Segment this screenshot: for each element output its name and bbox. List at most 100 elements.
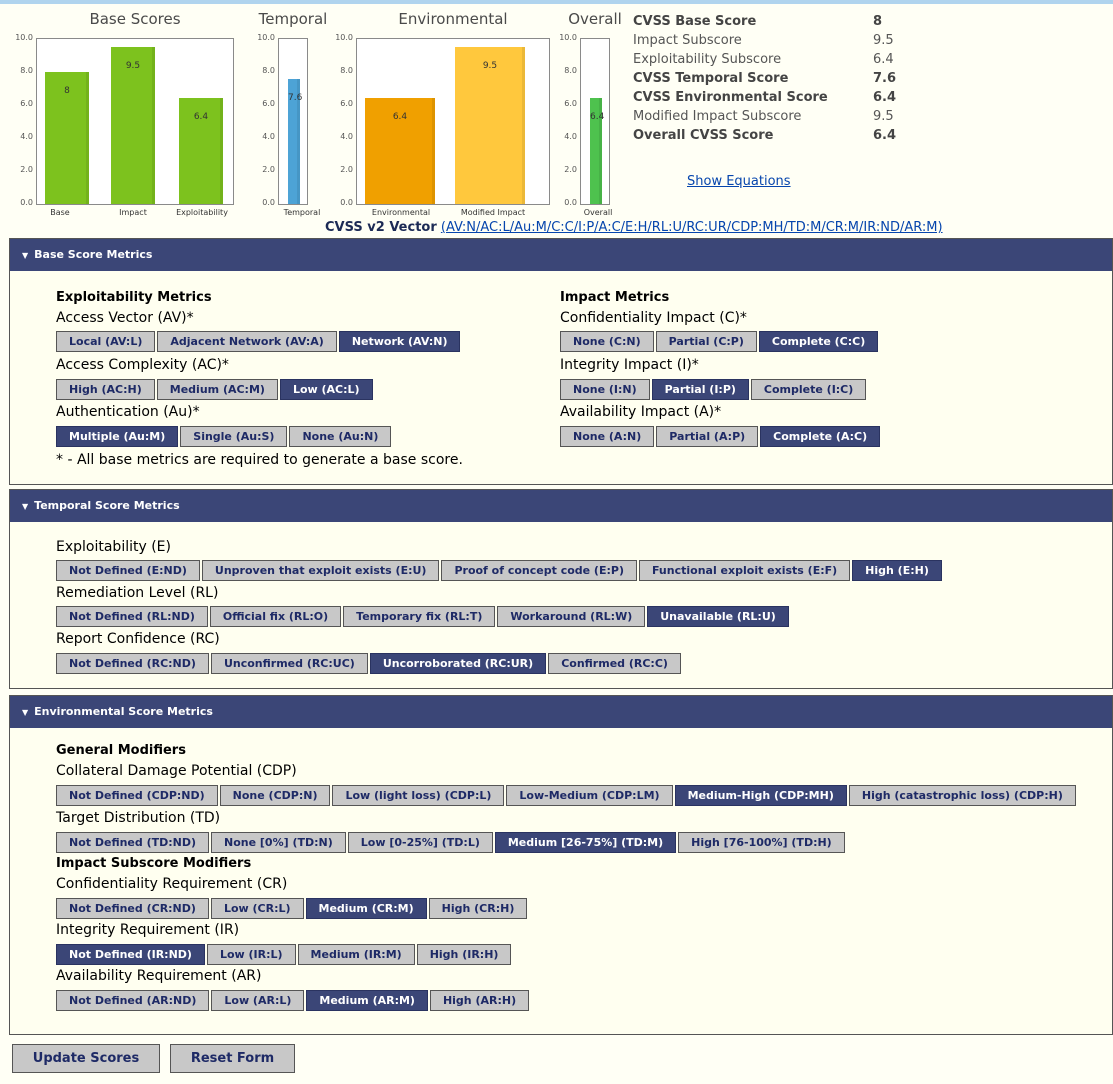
y-tick-label: 6.0: [564, 99, 577, 108]
y-tick-label: 0.0: [262, 198, 275, 207]
summary-label: CVSS Environmental Score: [633, 90, 828, 105]
bar-impact: 9.5: [111, 47, 155, 204]
show-equations-link[interactable]: Show Equations: [687, 174, 791, 189]
option-medium-ir-m[interactable]: Medium (IR:M): [297, 944, 415, 965]
option-low-ac-l[interactable]: Low (AC:L): [279, 379, 373, 400]
ir-label: Integrity Requirement (IR): [56, 922, 240, 938]
y-tick-label: 10.0: [15, 33, 33, 42]
bar-value-label: 6.4: [392, 112, 408, 123]
option-workaround-rl-w[interactable]: Workaround (RL:W): [497, 606, 646, 627]
option-low-cr-l[interactable]: Low (CR:L): [210, 898, 304, 919]
option-official-fix-rl-o[interactable]: Official fix (RL:O): [209, 606, 342, 627]
bar-overall: 6.4: [590, 98, 604, 204]
option-medium-26-75-td-m[interactable]: Medium [26-75%] (TD:M): [494, 832, 677, 853]
authentication-options: Multiple (Au:M) Single (Au:S) None (Au:N): [56, 426, 393, 447]
y-tick-label: 8.0: [340, 66, 353, 75]
option-low-0-25-td-l[interactable]: Low [0-25%] (TD:L): [347, 832, 493, 853]
option-high-catastrophic-loss-cdp-h[interactable]: High (catastrophic loss) (CDP:H): [848, 785, 1076, 806]
option-functional-exploit-exists-e-f[interactable]: Functional exploit exists (E:F): [638, 560, 851, 581]
option-not-defined-rl-nd[interactable]: Not Defined (RL:ND): [56, 606, 208, 627]
option-local-av-l[interactable]: Local (AV:L): [56, 331, 156, 352]
option-low-ar-l[interactable]: Low (AR:L): [211, 990, 305, 1011]
option-complete-i-c[interactable]: Complete (I:C): [750, 379, 867, 400]
option-none-au-n[interactable]: None (Au:N): [289, 426, 392, 447]
integrity-impact-label: Integrity Impact (I)*: [560, 357, 699, 373]
plot-area: 8 9.5 6.4: [36, 38, 234, 205]
option-medium-ac-m[interactable]: Medium (AC:M): [156, 379, 278, 400]
option-temporary-fix-rl-t[interactable]: Temporary fix (RL:T): [343, 606, 496, 627]
option-none-0-td-n[interactable]: None [0%] (TD:N): [211, 832, 346, 853]
plot-area: 7.6: [278, 38, 308, 205]
option-not-defined-ir-nd[interactable]: Not Defined (IR:ND): [56, 944, 205, 965]
option-not-defined-cdp-nd[interactable]: Not Defined (CDP:ND): [56, 785, 218, 806]
confidentiality-impact-options: None (C:N) Partial (C:P) Complete (C:C): [560, 331, 880, 352]
access-complexity-options: High (AC:H) Medium (AC:M) Low (AC:L): [56, 379, 375, 400]
option-not-defined-td-nd[interactable]: Not Defined (TD:ND): [56, 832, 210, 853]
impact-subscore-modifiers-title: Impact Subscore Modifiers: [56, 856, 252, 871]
y-tick-label: 8.0: [20, 66, 33, 75]
base-panel-title: Base Score Metrics: [34, 248, 153, 261]
option-not-defined-cr-nd[interactable]: Not Defined (CR:ND): [56, 898, 209, 919]
option-high-ar-h[interactable]: High (AR:H): [429, 990, 530, 1011]
ir-options: Not Defined (IR:ND) Low (IR:L) Medium (IR:…: [56, 944, 513, 965]
option-none-i-n[interactable]: None (I:N): [560, 379, 650, 400]
option-not-defined-e-nd[interactable]: Not Defined (E:ND): [56, 560, 200, 581]
reset-form-button[interactable]: Reset Form: [170, 1044, 295, 1073]
x-tick-label: Base: [50, 208, 70, 217]
option-high-76-100-td-h[interactable]: High [76-100%] (TD:H): [678, 832, 845, 853]
option-none-a-n[interactable]: None (A:N): [560, 426, 655, 447]
option-medium-ar-m[interactable]: Medium (AR:M): [306, 990, 428, 1011]
temporal-panel-header[interactable]: ▼ Temporal Score Metrics: [10, 490, 1112, 522]
y-tick-label: 8.0: [564, 66, 577, 75]
collapse-arrow-icon: ▼: [22, 708, 29, 717]
option-proof-of-concept-code-e-p[interactable]: Proof of concept code (E:P): [441, 560, 637, 581]
option-not-defined-ar-nd[interactable]: Not Defined (AR:ND): [56, 990, 210, 1011]
option-partial-a-p[interactable]: Partial (A:P): [656, 426, 759, 447]
collapse-arrow-icon: ▼: [22, 251, 29, 260]
option-medium-high-cdp-mh[interactable]: Medium-High (CDP:MH): [674, 785, 847, 806]
y-tick-label: 10.0: [257, 33, 275, 42]
summary-label: Overall CVSS Score: [633, 128, 774, 143]
option-medium-cr-m[interactable]: Medium (CR:M): [305, 898, 427, 919]
option-not-defined-rc-nd[interactable]: Not Defined (RC:ND): [56, 653, 209, 674]
environmental-panel-header[interactable]: ▼ Environmental Score Metrics: [10, 696, 1112, 728]
temporal-score-panel: ▼ Temporal Score Metrics Exploitability (…: [9, 489, 1113, 689]
option-low-ir-l[interactable]: Low (IR:L): [206, 944, 296, 965]
option-unproven-that-exploit-exists-e-u[interactable]: Unproven that exploit exists (E:U): [201, 560, 440, 581]
update-scores-button[interactable]: Update Scores: [12, 1044, 160, 1073]
option-partial-c-p[interactable]: Partial (C:P): [655, 331, 757, 352]
environmental-chart: Environmental 6.4 9.5 10.0 8.0 6.0 4.0 2.0 0.0 En…: [320, 10, 550, 230]
chart-title: Base Scores: [89, 10, 181, 28]
option-high-ir-h[interactable]: High (IR:H): [416, 944, 512, 965]
y-tick-label: 4.0: [262, 132, 275, 141]
option-single-au-s[interactable]: Single (Au:S): [180, 426, 288, 447]
option-confirmed-rc-c[interactable]: Confirmed (RC:C): [548, 653, 681, 674]
option-network-av-n[interactable]: Network (AV:N): [338, 331, 461, 352]
option-complete-a-c[interactable]: Complete (A:C): [760, 426, 881, 447]
option-low-medium-cdp-lm[interactable]: Low-Medium (CDP:LM): [506, 785, 673, 806]
environmental-panel-title: Environmental Score Metrics: [34, 705, 213, 718]
option-adjacent-network-av-a[interactable]: Adjacent Network (AV:A): [157, 331, 337, 352]
summary-row-cvss-temporal-score: CVSS Temporal Score 7.6: [633, 71, 913, 90]
base-panel-header[interactable]: ▼ Base Score Metrics: [10, 239, 1112, 271]
option-unavailable-rl-u[interactable]: Unavailable (RL:U): [647, 606, 789, 627]
cvss-vector-link[interactable]: (AV:N/AC:L/Au:M/C:C/I:P/A:C/E:H/RL:U/RC:…: [441, 220, 943, 235]
score-summary: CVSS Base Score 8 Impact Subscore 9.5 Exploi…: [633, 14, 913, 147]
y-tick-label: 2.0: [340, 165, 353, 174]
exploitability-options: Not Defined (E:ND) Unproven that exploit …: [56, 560, 944, 581]
option-low-light-loss-cdp-l[interactable]: Low (light loss) (CDP:L): [332, 785, 505, 806]
option-high-ac-h[interactable]: High (AC:H): [56, 379, 155, 400]
option-high-cr-h[interactable]: High (CR:H): [428, 898, 528, 919]
option-uncorroborated-rc-ur[interactable]: Uncorroborated (RC:UR): [369, 653, 547, 674]
summary-row-cvss-base-score: CVSS Base Score 8: [633, 14, 913, 33]
option-high-e-h[interactable]: High (E:H): [852, 560, 942, 581]
summary-value: 9.5: [873, 33, 894, 48]
option-unconfirmed-rc-uc[interactable]: Unconfirmed (RC:UC): [210, 653, 368, 674]
option-multiple-au-m[interactable]: Multiple (Au:M): [56, 426, 179, 447]
option-partial-i-p[interactable]: Partial (I:P): [651, 379, 749, 400]
option-complete-c-c[interactable]: Complete (C:C): [758, 331, 879, 352]
remediation-level-label: Remediation Level (RL): [56, 585, 219, 601]
option-none-cdp-n[interactable]: None (CDP:N): [219, 785, 331, 806]
bar-value-label: 8: [64, 86, 70, 96]
option-none-c-n[interactable]: None (C:N): [560, 331, 654, 352]
